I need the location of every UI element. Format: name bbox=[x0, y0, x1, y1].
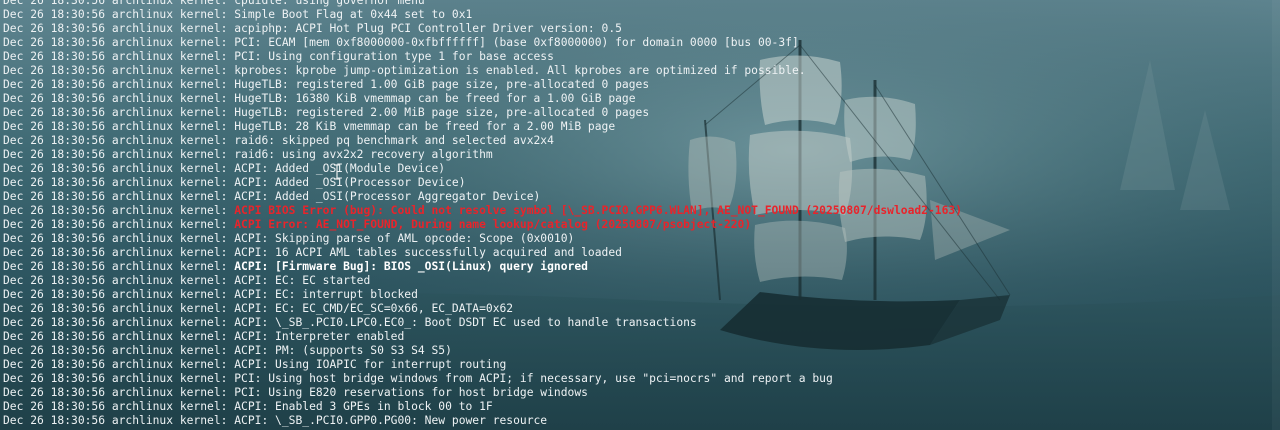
log-line-prefix: Dec 26 18:30:56 archlinux kernel: bbox=[3, 204, 235, 217]
log-line: Dec 26 18:30:56 archlinux kernel: PCI: U… bbox=[3, 372, 1273, 386]
log-message: HugeTLB: 16380 KiB vmemmap can be freed … bbox=[234, 92, 636, 105]
log-line: Dec 26 18:30:56 archlinux kernel: ACPI B… bbox=[3, 204, 1273, 218]
log-message: raid6: using avx2x2 recovery algorithm bbox=[234, 148, 493, 161]
log-message: ACPI: Using IOAPIC for interrupt routing bbox=[234, 358, 507, 371]
log-line: Dec 26 18:30:56 archlinux kernel: cpuidl… bbox=[3, 0, 1273, 8]
log-message: kprobes: kprobe jump-optimization is ena… bbox=[234, 64, 806, 77]
log-error-message: ACPI Error: AE_NOT_FOUND, During name lo… bbox=[234, 218, 752, 231]
log-line-prefix: Dec 26 18:30:56 archlinux kernel: bbox=[3, 330, 235, 343]
log-line: Dec 26 18:30:56 archlinux kernel: acpiph… bbox=[3, 22, 1273, 36]
log-line: Dec 26 18:30:56 archlinux kernel: PCI: E… bbox=[3, 36, 1273, 50]
log-message: HugeTLB: registered 2.00 MiB page size, … bbox=[234, 106, 650, 119]
log-message: Simple Boot Flag at 0x44 set to 0x1 bbox=[234, 8, 473, 21]
log-line-prefix: Dec 26 18:30:56 archlinux kernel: bbox=[3, 78, 235, 91]
log-line-prefix: Dec 26 18:30:56 archlinux kernel: bbox=[3, 386, 235, 399]
log-message: HugeTLB: 28 KiB vmemmap can be freed for… bbox=[234, 120, 616, 133]
log-line: Dec 26 18:30:56 archlinux kernel: ACPI: … bbox=[3, 162, 1273, 176]
log-line: Dec 26 18:30:56 archlinux kernel: ACPI: … bbox=[3, 274, 1273, 288]
log-line: Dec 26 18:30:56 archlinux kernel: ACPI: … bbox=[3, 190, 1273, 204]
log-line-prefix: Dec 26 18:30:56 archlinux kernel: bbox=[3, 36, 235, 49]
log-message: HugeTLB: registered 1.00 GiB page size, … bbox=[234, 78, 650, 91]
log-message: ACPI: \_SB_.PCI0.GPP0.PG00: New power re… bbox=[234, 414, 548, 427]
log-line: Dec 26 18:30:56 archlinux kernel: PCI: U… bbox=[3, 386, 1273, 400]
log-line-prefix: Dec 26 18:30:56 archlinux kernel: bbox=[3, 64, 235, 77]
log-message: cpuidle: using governor menu bbox=[234, 0, 425, 7]
log-message: ACPI: \_SB_.PCI0.LPC0.EC0_: Boot DSDT EC… bbox=[234, 316, 697, 329]
log-line-prefix: Dec 26 18:30:56 archlinux kernel: bbox=[3, 414, 235, 427]
log-line-prefix: Dec 26 18:30:56 archlinux kernel: bbox=[3, 120, 235, 133]
log-message: ACPI: PM: (supports S0 S3 S4 S5) bbox=[234, 344, 452, 357]
log-line: Dec 26 18:30:56 archlinux kernel: ACPI: … bbox=[3, 358, 1273, 372]
log-line: Dec 26 18:30:56 archlinux kernel: HugeTL… bbox=[3, 120, 1273, 134]
log-line-prefix: Dec 26 18:30:56 archlinux kernel: bbox=[3, 288, 235, 301]
log-line: Dec 26 18:30:56 archlinux kernel: HugeTL… bbox=[3, 92, 1273, 106]
log-message: ACPI: Added _OSI(Processor Aggregator De… bbox=[234, 190, 541, 203]
log-error-message: ACPI BIOS Error (bug): Could not resolve… bbox=[234, 204, 962, 217]
log-line: Dec 26 18:30:56 archlinux kernel: ACPI: … bbox=[3, 316, 1273, 330]
log-line-prefix: Dec 26 18:30:56 archlinux kernel: bbox=[3, 0, 235, 7]
log-line-prefix: Dec 26 18:30:56 archlinux kernel: bbox=[3, 344, 235, 357]
log-line-prefix: Dec 26 18:30:56 archlinux kernel: bbox=[3, 358, 235, 371]
log-line: Dec 26 18:30:56 archlinux kernel: ACPI: … bbox=[3, 232, 1273, 246]
log-line-prefix: Dec 26 18:30:56 archlinux kernel: bbox=[3, 190, 235, 203]
log-line-prefix: Dec 26 18:30:56 archlinux kernel: bbox=[3, 372, 235, 385]
log-message: ACPI: EC: EC started bbox=[234, 274, 371, 287]
log-line: Dec 26 18:30:56 archlinux kernel: ACPI: … bbox=[3, 288, 1273, 302]
log-line: Dec 26 18:30:56 archlinux kernel: raid6:… bbox=[3, 148, 1273, 162]
log-line-prefix: Dec 26 18:30:56 archlinux kernel: bbox=[3, 50, 235, 63]
log-message: PCI: ECAM [mem 0xf8000000-0xfbffffff] (b… bbox=[234, 36, 799, 49]
text-cursor-icon bbox=[334, 164, 340, 180]
log-line-prefix: Dec 26 18:30:56 archlinux kernel: bbox=[3, 218, 235, 231]
log-line: Dec 26 18:30:56 archlinux kernel: ACPI: … bbox=[3, 302, 1273, 316]
log-line-prefix: Dec 26 18:30:56 archlinux kernel: bbox=[3, 316, 235, 329]
log-line-prefix: Dec 26 18:30:56 archlinux kernel: bbox=[3, 134, 235, 147]
log-message: PCI: Using E820 reservations for host br… bbox=[234, 386, 588, 399]
log-message: ACPI: Interpreter enabled bbox=[234, 330, 405, 343]
log-message: ACPI: EC: interrupt blocked bbox=[234, 288, 418, 301]
log-line: Dec 26 18:30:56 archlinux kernel: ACPI: … bbox=[3, 246, 1273, 260]
log-message: ACPI: Added _OSI(Processor Device) bbox=[234, 176, 466, 189]
log-message: acpiphp: ACPI Hot Plug PCI Controller Dr… bbox=[234, 22, 622, 35]
log-line-prefix: Dec 26 18:30:56 archlinux kernel: bbox=[3, 302, 235, 315]
log-line: Dec 26 18:30:56 archlinux kernel: ACPI: … bbox=[3, 176, 1273, 190]
log-line: Dec 26 18:30:56 archlinux kernel: ACPI: … bbox=[3, 344, 1273, 358]
log-line-prefix: Dec 26 18:30:56 archlinux kernel: bbox=[3, 260, 235, 273]
terminal-scrollbar[interactable] bbox=[1272, 0, 1280, 430]
log-line-prefix: Dec 26 18:30:56 archlinux kernel: bbox=[3, 92, 235, 105]
log-message: ACPI: 16 ACPI AML tables successfully ac… bbox=[234, 246, 622, 259]
log-line-prefix: Dec 26 18:30:56 archlinux kernel: bbox=[3, 232, 235, 245]
log-message: PCI: Using configuration type 1 for base… bbox=[234, 50, 554, 63]
log-line: Dec 26 18:30:56 archlinux kernel: HugeTL… bbox=[3, 78, 1273, 92]
log-message: PCI: Using host bridge windows from ACPI… bbox=[234, 372, 833, 385]
log-message: ACPI: [Firmware Bug]: BIOS _OSI(Linux) q… bbox=[234, 260, 588, 273]
log-message: ACPI: EC: EC_CMD/EC_SC=0x66, EC_DATA=0x6… bbox=[234, 302, 514, 315]
log-line: Dec 26 18:30:56 archlinux kernel: ACPI: … bbox=[3, 414, 1273, 428]
log-line: Dec 26 18:30:56 archlinux kernel: ACPI: … bbox=[3, 400, 1273, 414]
log-line: Dec 26 18:30:56 archlinux kernel: HugeTL… bbox=[3, 106, 1273, 120]
log-line: Dec 26 18:30:56 archlinux kernel: ACPI: … bbox=[3, 260, 1273, 274]
log-line-prefix: Dec 26 18:30:56 archlinux kernel: bbox=[3, 274, 235, 287]
log-line-prefix: Dec 26 18:30:56 archlinux kernel: bbox=[3, 22, 235, 35]
log-line: Dec 26 18:30:56 archlinux kernel: raid6:… bbox=[3, 134, 1273, 148]
log-line: Dec 26 18:30:56 archlinux kernel: ACPI: … bbox=[3, 330, 1273, 344]
log-line-prefix: Dec 26 18:30:56 archlinux kernel: bbox=[3, 148, 235, 161]
log-line: Dec 26 18:30:56 archlinux kernel: Simple… bbox=[3, 8, 1273, 22]
log-message: ACPI: Enabled 3 GPEs in block 00 to 1F bbox=[234, 400, 493, 413]
log-line: Dec 26 18:30:56 archlinux kernel: kprobe… bbox=[3, 64, 1273, 78]
terminal-window[interactable]: Dec 26 18:30:56 archlinux kernel: cpuidl… bbox=[0, 0, 1280, 430]
log-line-prefix: Dec 26 18:30:56 archlinux kernel: bbox=[3, 176, 235, 189]
log-line-prefix: Dec 26 18:30:56 archlinux kernel: bbox=[3, 106, 235, 119]
log-line-prefix: Dec 26 18:30:56 archlinux kernel: bbox=[3, 162, 235, 175]
kernel-log-output: Dec 26 18:30:56 archlinux kernel: cpuidl… bbox=[3, 0, 1273, 428]
log-line: Dec 26 18:30:56 archlinux kernel: ACPI E… bbox=[3, 218, 1273, 232]
log-message: ACPI: Skipping parse of AML opcode: Scop… bbox=[234, 232, 575, 245]
log-line-prefix: Dec 26 18:30:56 archlinux kernel: bbox=[3, 246, 235, 259]
log-line: Dec 26 18:30:56 archlinux kernel: PCI: U… bbox=[3, 50, 1273, 64]
log-message: raid6: skipped pq benchmark and selected… bbox=[234, 134, 554, 147]
log-line-prefix: Dec 26 18:30:56 archlinux kernel: bbox=[3, 8, 235, 21]
log-line-prefix: Dec 26 18:30:56 archlinux kernel: bbox=[3, 400, 235, 413]
